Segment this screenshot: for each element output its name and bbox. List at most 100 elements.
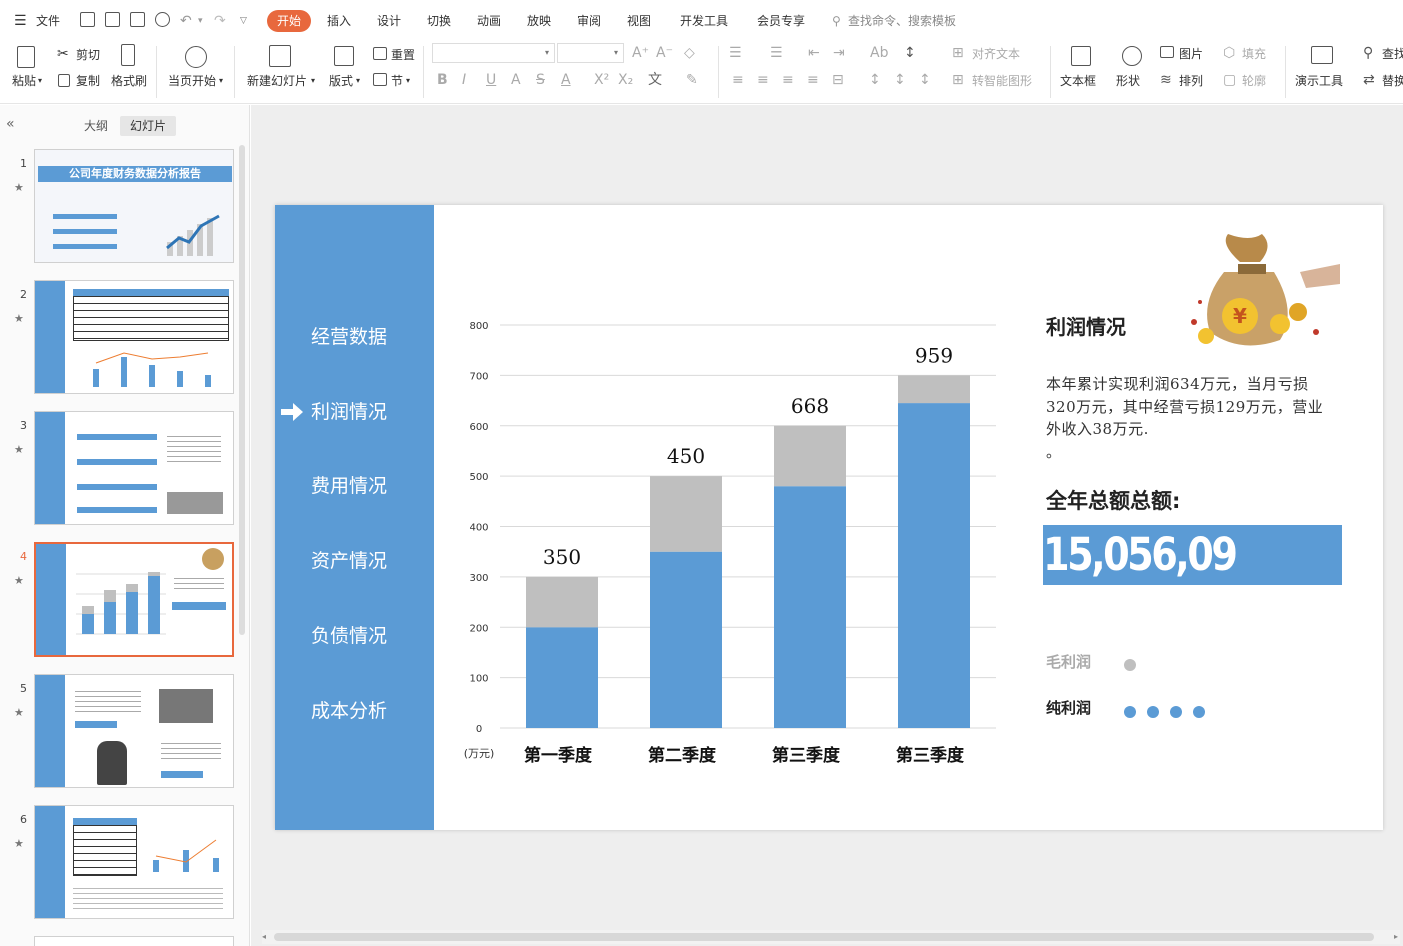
nav-item-assets[interactable]: 资产情况 <box>311 549 431 573</box>
format-painter-icon[interactable] <box>121 44 135 66</box>
presentation-tools-icon[interactable] <box>1311 46 1333 64</box>
font-size-dropdown-icon[interactable]: ▾ <box>614 46 618 60</box>
fill-icon[interactable]: ⬡ <box>1223 46 1235 60</box>
clear-format-icon[interactable]: ◇ <box>684 46 695 60</box>
quick-access-dropdown-icon[interactable]: ▽ <box>240 11 247 31</box>
export-pdf-icon[interactable] <box>105 12 120 27</box>
distribute-icon[interactable]: ⊟ <box>832 73 844 87</box>
slide-4[interactable]: 经营数据 利润情况 费用情况 资产情况 负债情况 成本分析 0 100 200 300… <box>275 205 1383 830</box>
copy-icon[interactable] <box>58 74 70 87</box>
subscript-icon[interactable]: X₂ <box>618 73 633 87</box>
font-family-dropdown-icon[interactable]: ▾ <box>545 46 549 60</box>
align-center-icon[interactable]: ≡ <box>757 73 769 87</box>
shrink-font-icon[interactable]: A⁻ <box>656 46 673 60</box>
tab-review[interactable]: 审阅 <box>577 11 601 31</box>
text-direction-icon[interactable]: Ab <box>870 46 888 60</box>
tab-transition[interactable]: 切换 <box>427 11 451 31</box>
find-button[interactable]: 查找 <box>1382 47 1403 61</box>
tab-animation[interactable]: 动画 <box>477 11 501 31</box>
font-color-icon[interactable]: A <box>561 73 571 87</box>
align-left-icon[interactable]: ≡ <box>732 73 744 87</box>
section-icon[interactable] <box>373 73 387 86</box>
paste-icon[interactable] <box>17 46 35 68</box>
find-icon[interactable]: ⚲ <box>1363 46 1373 60</box>
tab-slideshow[interactable]: 放映 <box>527 11 551 31</box>
save-icon[interactable] <box>80 12 95 27</box>
nav-item-profit[interactable]: 利润情况 <box>311 400 431 424</box>
align-text-button[interactable]: 对齐文本 <box>972 47 1020 61</box>
nav-item-cost-analysis[interactable]: 成本分析 <box>311 699 431 723</box>
picture-button[interactable]: 图片 <box>1179 47 1203 61</box>
columns-icon[interactable]: ↕ <box>919 73 931 87</box>
print-icon[interactable] <box>130 12 145 27</box>
justify-icon[interactable]: ≡ <box>807 73 819 87</box>
increase-indent-icon[interactable]: ⇥ <box>833 46 845 60</box>
align-right-icon[interactable]: ≡ <box>782 73 794 87</box>
slide-thumbnail-1[interactable]: 公司年度财务数据分析报告 <box>34 149 234 263</box>
new-slide-icon[interactable] <box>269 45 291 67</box>
collapse-panel-icon[interactable]: « <box>6 116 15 132</box>
scissors-icon[interactable]: ✂ <box>57 47 69 61</box>
tab-start[interactable]: 开始 <box>267 10 311 32</box>
paste-dropdown-icon[interactable]: ▾ <box>38 74 42 88</box>
shape-button[interactable]: 形状 <box>1116 74 1140 88</box>
slide-thumbnail-7[interactable] <box>34 936 234 946</box>
play-dropdown-icon[interactable]: ▾ <box>219 74 223 88</box>
numbered-list-icon[interactable]: ☰ <box>770 46 783 60</box>
superscript-icon[interactable]: X² <box>594 73 609 87</box>
section-button[interactable]: 节 <box>391 74 403 88</box>
section-dropdown-icon[interactable]: ▾ <box>406 74 410 88</box>
layout-button[interactable]: 版式 <box>329 74 353 88</box>
print-preview-icon[interactable] <box>155 12 170 27</box>
layout-dropdown-icon[interactable]: ▾ <box>356 74 360 88</box>
cut-button[interactable]: 剪切 <box>76 48 100 62</box>
bullet-list-icon[interactable]: ☰ <box>729 46 742 60</box>
slide-thumbnail-4[interactable] <box>34 542 234 657</box>
paste-button[interactable]: 粘贴 <box>12 74 36 88</box>
align-text-icon[interactable]: ⊞ <box>952 46 964 60</box>
slide-thumbnail-6[interactable] <box>34 805 234 919</box>
slide-thumbnail-3[interactable] <box>34 411 234 525</box>
tab-outline[interactable]: 大纲 <box>76 116 116 136</box>
reset-button[interactable]: 重置 <box>391 48 415 62</box>
tab-slides[interactable]: 幻灯片 <box>120 116 176 136</box>
paragraph-spacing-icon[interactable]: ↕ <box>894 73 906 87</box>
slide-thumbnail-5[interactable] <box>34 674 234 788</box>
presentation-tools-button[interactable]: 演示工具 <box>1295 74 1343 88</box>
file-menu[interactable]: 文件 <box>36 11 60 31</box>
tab-membership[interactable]: 会员专享 <box>757 11 805 31</box>
phonetic-guide-icon[interactable]: 文 <box>648 73 662 87</box>
search-icon[interactable]: ⚲ <box>832 11 841 31</box>
format-painter-button[interactable]: 格式刷 <box>111 74 147 88</box>
underline-icon[interactable]: U <box>486 73 496 87</box>
replace-button[interactable]: 替换 <box>1382 74 1403 88</box>
hamburger-icon[interactable]: ☰ <box>14 11 27 31</box>
text-shadow-icon[interactable]: A <box>511 73 521 87</box>
line-spacing-icon[interactable]: ↕ <box>869 73 881 87</box>
replace-icon[interactable]: ⇄ <box>1363 73 1375 87</box>
font-family-select[interactable] <box>432 43 555 63</box>
undo-dropdown-icon[interactable]: ▾ <box>198 11 203 31</box>
textbox-button[interactable]: 文本框 <box>1060 74 1096 88</box>
nav-item-expenses[interactable]: 费用情况 <box>311 474 431 498</box>
arrange-button[interactable]: 排列 <box>1179 74 1203 88</box>
scroll-left-icon[interactable]: ◂ <box>262 930 266 944</box>
scrollbar-thumb[interactable] <box>274 933 1374 941</box>
bold-icon[interactable]: B <box>437 73 448 87</box>
profit-bar-chart[interactable]: 0 100 200 300 400 500 600 700 800 350 第一季度 450 第二季度 6… <box>455 305 1015 775</box>
reset-icon[interactable] <box>373 47 387 60</box>
new-slide-button[interactable]: 新建幻灯片 <box>247 74 307 88</box>
tab-view[interactable]: 视图 <box>627 11 651 31</box>
textbox-icon[interactable] <box>1071 46 1091 66</box>
new-slide-dropdown-icon[interactable]: ▾ <box>311 74 315 88</box>
outline-button[interactable]: 轮廓 <box>1242 74 1266 88</box>
smart-graphic-button[interactable]: 转智能图形 <box>972 74 1032 88</box>
highlight-icon[interactable]: ✎ <box>686 73 698 87</box>
tab-developer[interactable]: 开发工具 <box>680 11 728 31</box>
fill-button[interactable]: 填充 <box>1242 47 1266 61</box>
outline-icon[interactable]: ▢ <box>1223 73 1236 87</box>
nav-item-liabilities[interactable]: 负债情况 <box>311 624 431 648</box>
arrange-icon[interactable]: ≋ <box>1160 73 1172 87</box>
tab-insert[interactable]: 插入 <box>327 11 351 31</box>
smart-graphic-icon[interactable]: ⊞ <box>952 73 964 87</box>
